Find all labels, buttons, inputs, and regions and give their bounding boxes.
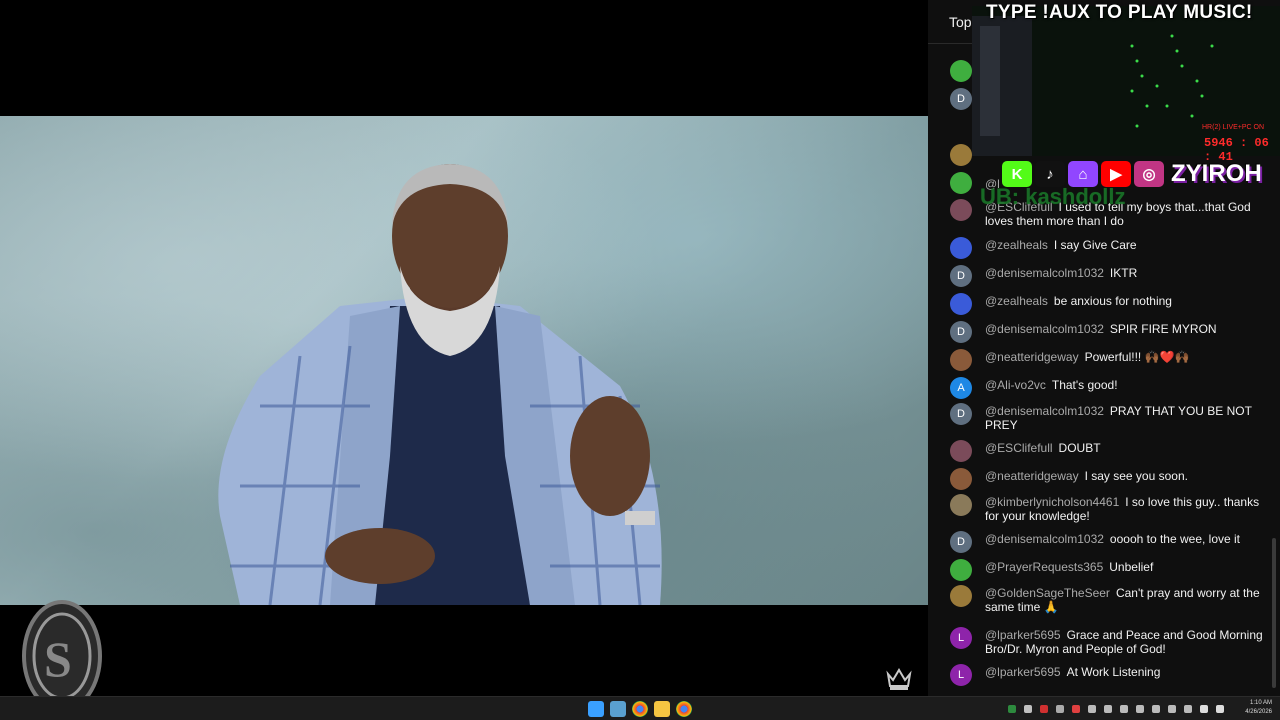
- chat-message-body: @denisemalcolm1032 IKTR: [985, 266, 1265, 280]
- speaker-figure: [218, 164, 662, 605]
- chat-avatar[interactable]: [950, 199, 972, 221]
- chat-message-body: @PrayerRequests365 Unbelief: [985, 560, 1265, 574]
- chat-author[interactable]: @denisemalcolm1032: [985, 532, 1104, 546]
- streamer-handle: ZYIROH: [1171, 160, 1262, 187]
- chat-avatar[interactable]: L: [950, 664, 972, 686]
- chat-message-body: @ESClifefull DOUBT: [985, 441, 1265, 455]
- webcam-feed: [972, 6, 1280, 156]
- tray-icon[interactable]: [1088, 705, 1096, 713]
- chat-message-body: @GoldenSageTheSeer Can't pray and worry a…: [985, 586, 1265, 614]
- task-view-icon[interactable]: [610, 701, 626, 717]
- desktop: S Top D @l @ESClifefull I used to tell my…: [0, 0, 1280, 720]
- chat-avatar[interactable]: D: [950, 321, 972, 343]
- sub-handle: UB: kashdollz: [980, 184, 1126, 209]
- chat-message-body: @denisemalcolm1032 ooooh to the wee, love…: [985, 532, 1265, 546]
- chat-text: Unbelief: [1109, 560, 1154, 574]
- chat-avatar: D: [950, 88, 972, 110]
- stream-overlay: TYPE !AUX TO PLAY MUSIC! HR(2) LIVE+PC O…: [972, 0, 1280, 209]
- file-explorer-icon[interactable]: [654, 701, 670, 717]
- chat-text: I say Give Care: [1053, 238, 1137, 252]
- chat-avatar[interactable]: D: [950, 265, 972, 287]
- chat-text: ooooh to the wee, love it: [1109, 532, 1241, 546]
- tray-icon[interactable]: [1056, 705, 1064, 713]
- chat-avatar: [950, 60, 972, 82]
- chat-author[interactable]: @kimberlynicholson4461: [985, 495, 1119, 509]
- tray-icon[interactable]: [1040, 705, 1048, 713]
- chat-avatar[interactable]: [950, 494, 972, 516]
- windows-taskbar: 1:10 AM 4/26/2026: [0, 696, 1280, 720]
- chat-author[interactable]: @lparker5695: [985, 628, 1061, 642]
- tray-icon[interactable]: [1008, 705, 1016, 713]
- chat-avatar[interactable]: [950, 293, 972, 315]
- chrome-icon[interactable]: [632, 701, 648, 717]
- chat-avatar[interactable]: D: [950, 531, 972, 553]
- chat-avatar[interactable]: [950, 559, 972, 581]
- tray-icon[interactable]: [1104, 705, 1112, 713]
- chat-author[interactable]: @lparker5695: [985, 665, 1061, 679]
- chat-message-body: @lparker5695 Grace and Peace and Good Mor…: [985, 628, 1265, 656]
- chat-text: That's good!: [1051, 378, 1118, 392]
- chat-text: DOUBT: [1058, 441, 1101, 455]
- chat-avatar[interactable]: [950, 440, 972, 462]
- chat-author[interactable]: @Ali-vo2vc: [985, 378, 1046, 392]
- chat-message-body: @neatteridgeway I say see you soon.: [985, 469, 1265, 483]
- chat-author[interactable]: @denisemalcolm1032: [985, 266, 1104, 280]
- svg-text:S: S: [44, 631, 72, 687]
- chat-text: I say see you soon.: [1084, 469, 1188, 483]
- chat-scrollbar[interactable]: [1272, 538, 1276, 688]
- chat-message-body: @kimberlynicholson4461 I so love this guy…: [985, 495, 1265, 523]
- chat-author[interactable]: @zealheals: [985, 294, 1048, 308]
- chat-message-body: @neatteridgeway Powerful!!! 🙌🏾❤️🙌🏾: [985, 350, 1265, 364]
- chat-text: be anxious for nothing: [1053, 294, 1172, 308]
- chat-author[interactable]: @neatteridgeway: [985, 469, 1079, 483]
- tray-icon[interactable]: [1024, 705, 1032, 713]
- chat-author[interactable]: @GoldenSageTheSeer: [985, 586, 1110, 600]
- chat-message-body: @denisemalcolm1032 SPIR FIRE MYRON: [985, 322, 1265, 336]
- chat-message-body: @zealheals be anxious for nothing: [985, 294, 1265, 308]
- video-player[interactable]: S: [0, 0, 928, 712]
- chat-message-body: @Ali-vo2vc That's good!: [985, 378, 1265, 392]
- chat-avatar[interactable]: L: [950, 627, 972, 649]
- aux-music-banner: TYPE !AUX TO PLAY MUSIC!: [986, 2, 1253, 23]
- chat-author[interactable]: @ESClifefull: [985, 441, 1053, 455]
- timer-label: HR(2) LIVE+PC ON: [1202, 124, 1265, 131]
- chat-author[interactable]: @neatteridgeway: [985, 350, 1079, 364]
- volume-icon[interactable]: [1216, 705, 1224, 713]
- chat-message-body: @denisemalcolm1032 PRAY THAT YOU BE NOT P…: [985, 404, 1265, 432]
- chat-avatar[interactable]: [950, 585, 972, 607]
- wifi-icon[interactable]: [1200, 705, 1208, 713]
- chat-avatar: [950, 144, 972, 166]
- chrome-icon[interactable]: [676, 701, 692, 717]
- tray-icon[interactable]: [1072, 705, 1080, 713]
- video-frame[interactable]: [0, 116, 928, 605]
- chat-text: Powerful!!! 🙌🏾❤️🙌🏾: [1084, 350, 1190, 364]
- chat-text: IKTR: [1109, 266, 1138, 280]
- instagram-icon: ◎: [1134, 161, 1164, 187]
- chat-message-body: @zealheals I say Give Care: [985, 238, 1265, 252]
- tray-icon[interactable]: [1136, 705, 1144, 713]
- chat-avatar[interactable]: [950, 468, 972, 490]
- chat-author[interactable]: @PrayerRequests365: [985, 560, 1103, 574]
- taskbar-clock[interactable]: 1:10 AM 4/26/2026: [1240, 699, 1272, 717]
- clock-date: 4/26/2026: [1245, 709, 1272, 715]
- tray-icon[interactable]: [1152, 705, 1160, 713]
- chat-avatar[interactable]: A: [950, 377, 972, 399]
- chat-author[interactable]: @zealheals: [985, 238, 1048, 252]
- chat-avatar[interactable]: [950, 349, 972, 371]
- chat-author[interactable]: @denisemalcolm1032: [985, 322, 1104, 336]
- start-icon[interactable]: [588, 701, 604, 717]
- chat-message-body: @lparker5695 At Work Listening: [985, 665, 1265, 679]
- chat-text: SPIR FIRE MYRON: [1109, 322, 1217, 336]
- tray-icon[interactable]: [1184, 705, 1192, 713]
- chat-author[interactable]: @denisemalcolm1032: [985, 404, 1104, 418]
- crown-watermark-icon: [886, 668, 912, 690]
- chat-avatar[interactable]: [950, 237, 972, 259]
- chat-text: At Work Listening: [1066, 665, 1161, 679]
- tray-icon[interactable]: [1168, 705, 1176, 713]
- chat-avatar[interactable]: D: [950, 403, 972, 425]
- tray-icon[interactable]: [1120, 705, 1128, 713]
- chat-avatar: [950, 172, 972, 194]
- clock-time: 1:10 AM: [1249, 700, 1272, 706]
